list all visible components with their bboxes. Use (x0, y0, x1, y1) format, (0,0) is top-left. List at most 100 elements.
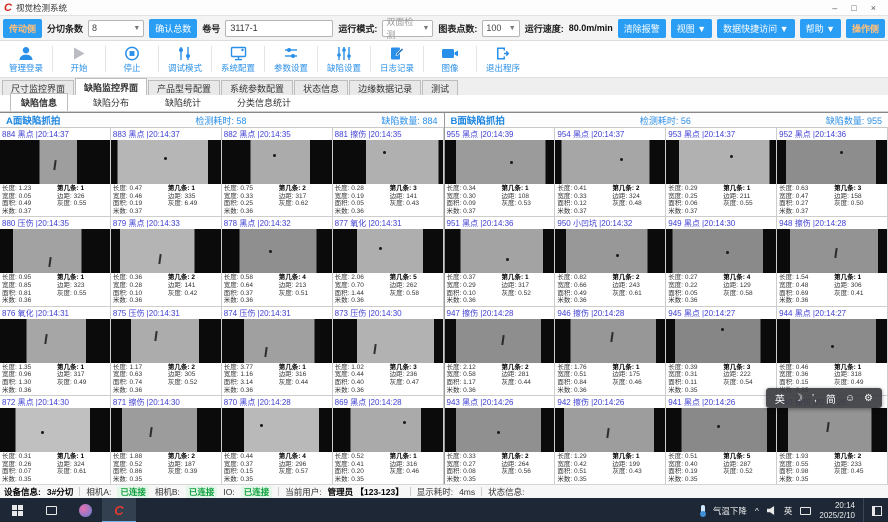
defect-cell[interactable]: 878 黑点 |20:14:32长度: 0.58宽度: 0.64面积: 0.37… (222, 217, 333, 306)
defect-cell[interactable]: 940 擦伤 |20:14:26长度: 1.93宽度: 0.55面积: 0.98… (777, 396, 888, 484)
view-menu-button[interactable]: 视图 ▼ (671, 19, 712, 38)
taskbar-time: 20:14 (819, 501, 855, 511)
notification-center-icon[interactable] (872, 506, 882, 516)
operator-side-button[interactable]: 操作侧 (846, 19, 885, 38)
defect-cell[interactable]: 946 擦伤 |20:14:28长度: 1.76宽度: 0.51面积: 0.84… (555, 307, 666, 396)
defect-cell[interactable]: 950 小凹坑 |20:14:32长度: 0.82宽度: 0.66面积: 0.4… (555, 217, 666, 306)
detection-app-icon: C (114, 503, 123, 518)
debug-mode-button[interactable]: 调试模式 (159, 41, 211, 77)
defect-cell-info: 长度: 2.06宽度: 0.70面积: 1.44米数: 0.36第几条: 5边距… (333, 273, 443, 305)
clear-alarm-button[interactable]: 清除报警 (618, 19, 666, 38)
defect-cell-info: 长度: 1.29宽度: 0.42面积: 0.51米数: 0.35第几条: 1边距… (555, 452, 665, 484)
defect-cell[interactable]: 951 黑点 |20:14:36长度: 0.37宽度: 0.29面积: 0.10… (445, 217, 556, 306)
defect-cell-info: 长度: 0.29宽度: 0.25面积: 0.06米数: 0.37第几条: 1边距… (666, 184, 776, 216)
chart-points-select[interactable]: 100▼ (482, 20, 519, 37)
ime-item-2[interactable]: ’, (812, 393, 817, 404)
defect-cell[interactable]: 876 氧化 |20:14:31长度: 1.35宽度: 0.96面积: 1.30… (0, 307, 111, 396)
tab-sub-1[interactable]: 缺陷分布 (82, 93, 140, 111)
tab-main-6[interactable]: 测试 (422, 80, 458, 95)
defect-cell[interactable]: 875 压伤 |20:14:31长度: 1.17宽度: 0.63面积: 0.74… (111, 307, 222, 396)
image-button[interactable]: 图像 (424, 41, 476, 77)
defect-cell[interactable]: 877 氧化 |20:14:31长度: 2.06宽度: 0.70面积: 1.44… (333, 217, 444, 306)
defect-snapshot-image (555, 140, 665, 184)
maximize-button[interactable]: □ (851, 3, 856, 13)
defect-cell[interactable]: 942 擦伤 |20:14:26长度: 1.29宽度: 0.42面积: 0.51… (555, 396, 666, 484)
defect-snapshot-image (666, 140, 776, 184)
close-button[interactable]: × (871, 3, 876, 13)
start-menu-button[interactable] (0, 498, 34, 522)
defect-cell[interactable]: 954 黑点 |20:14:37长度: 0.41宽度: 0.33面积: 0.12… (555, 128, 666, 217)
tab-sub-3[interactable]: 分类信息统计 (226, 93, 302, 111)
defect-cell[interactable]: 953 黑点 |20:14:37长度: 0.29宽度: 0.25面积: 0.06… (666, 128, 777, 217)
system-config-button[interactable]: 系统配置 (212, 41, 264, 77)
defect-cell[interactable]: 870 黑点 |20:14:28长度: 0.44宽度: 0.37面积: 0.15… (222, 396, 333, 484)
defect-cell[interactable]: 881 擦伤 |20:14:35长度: 0.28宽度: 0.19面积: 0.05… (333, 128, 444, 217)
defect-cell[interactable]: 874 压伤 |20:14:31长度: 3.77宽度: 1.16面积: 3.14… (222, 307, 333, 396)
tab-sub-0[interactable]: 缺陷信息 (10, 93, 68, 111)
defect-cell[interactable]: 882 黑点 |20:14:35长度: 0.75宽度: 0.33面积: 0.25… (222, 128, 333, 217)
ime-item-0[interactable]: 英 (775, 391, 785, 406)
stop-button[interactable]: 停止 (106, 41, 158, 77)
defect-cell[interactable]: 948 擦伤 |20:14:28长度: 1.54宽度: 0.48面积: 0.69… (777, 217, 888, 306)
speaker-icon[interactable] (767, 506, 776, 515)
login-button[interactable]: 管理登录 (0, 41, 52, 77)
ime-item-5[interactable]: ⚙ (864, 393, 873, 404)
defect-cell[interactable]: 879 黑点 |20:14:33长度: 0.36宽度: 0.28面积: 0.10… (111, 217, 222, 306)
defect-cell[interactable]: 880 压伤 |20:14:35长度: 0.95宽度: 0.85面积: 0.81… (0, 217, 111, 306)
data-quick-access-button[interactable]: 数据快捷访问 ▼ (717, 19, 794, 38)
params-button[interactable]: 参数设置 (265, 41, 317, 77)
panel-b-header: B面缺陷抓拍 检测耗时: 56 缺陷数量: 955 (445, 113, 888, 128)
defect-cell[interactable]: 883 黑点 |20:14:37长度: 0.47宽度: 0.46面积: 0.19… (111, 128, 222, 217)
elapsed-label: 显示耗时: (417, 486, 453, 498)
tab-main-5[interactable]: 边缘数据记录 (349, 80, 421, 95)
defect-cell-header: 949 黑点 |20:14:30 (666, 217, 776, 229)
minimize-button[interactable]: – (832, 3, 837, 13)
defect-cell[interactable]: 949 黑点 |20:14:30长度: 0.27宽度: 0.22面积: 0.05… (666, 217, 777, 306)
defect-cell-header: 951 黑点 |20:14:36 (445, 217, 555, 229)
defect-cell[interactable]: 944 黑点 |20:14:27长度: 0.46宽度: 0.36面积: 0.15… (777, 307, 888, 396)
start-button[interactable]: 开始 (53, 41, 105, 77)
run-mode-select[interactable]: 双面检测▼ (382, 20, 433, 37)
defect-cell-header: 870 黑点 |20:14:28 (222, 396, 332, 408)
tab-sub-2[interactable]: 缺陷统计 (154, 93, 212, 111)
tab-main-4[interactable]: 状态信息 (294, 80, 348, 95)
tab-main-1[interactable]: 缺陷监控界面 (75, 78, 147, 95)
pinned-app-button[interactable] (68, 498, 102, 522)
defect-cell[interactable]: 872 黑点 |20:14:30长度: 0.31宽度: 0.26面积: 0.07… (0, 396, 111, 484)
defect-mark (53, 160, 56, 170)
confirm-total-button[interactable]: 确认总数 (149, 19, 197, 38)
defect-cell[interactable]: 941 黑点 |20:14:26长度: 0.51宽度: 0.40面积: 0.19… (666, 396, 777, 484)
defect-cell[interactable]: 871 擦伤 |20:14:30长度: 1.88宽度: 0.52面积: 0.86… (111, 396, 222, 484)
defect-cell[interactable]: 943 黑点 |20:14:26长度: 0.33宽度: 0.27面积: 0.08… (445, 396, 556, 484)
defect-cell-header: 876 氧化 |20:14:31 (0, 307, 110, 319)
ime-item-1[interactable]: ☽ (794, 393, 803, 404)
ime-item-4[interactable]: ☺ (845, 393, 855, 404)
hidden-icons-button[interactable]: ^ (755, 506, 759, 516)
panel-a-grid: 884 黑点 |20:14:37长度: 1.23宽度: 0.05面积: 0.49… (0, 128, 444, 484)
defect-cell-header: 878 黑点 |20:14:32 (222, 217, 332, 229)
log-button[interactable]: 日志记录 (371, 41, 423, 77)
help-menu-button[interactable]: 帮助 ▼ (800, 19, 841, 38)
defect-mark (269, 250, 272, 253)
drive-side-button[interactable]: 传动侧 (3, 19, 42, 38)
ime-language-bar[interactable]: 英 ☽ ’, 简 ☺ ⚙ (766, 388, 882, 408)
defect-cell[interactable]: 952 黑点 |20:14:36长度: 0.63宽度: 0.47面积: 0.27… (777, 128, 888, 217)
defect-cell[interactable]: 869 黑点 |20:14:28长度: 0.52宽度: 0.41面积: 0.20… (333, 396, 444, 484)
defect-cell[interactable]: 884 黑点 |20:14:37长度: 1.23宽度: 0.05面积: 0.49… (0, 128, 111, 217)
defect-cell[interactable]: 873 压伤 |20:14:30长度: 1.02宽度: 0.44面积: 0.40… (333, 307, 444, 396)
keyboard-icon[interactable] (800, 507, 811, 515)
taskbar-clock[interactable]: 20:14 2025/2/10 (819, 501, 855, 521)
roll-input[interactable] (225, 20, 333, 37)
active-app-button[interactable]: C (102, 498, 136, 522)
defect-cell[interactable]: 947 擦伤 |20:14:28长度: 2.12宽度: 0.58面积: 1.17… (445, 307, 556, 396)
defect-settings-button[interactable]: 缺陷设置 (318, 41, 370, 77)
language-indicator[interactable]: 英 (784, 505, 793, 517)
task-view-button[interactable] (34, 498, 68, 522)
weather-text[interactable]: 气温下降 (713, 505, 747, 517)
exit-button[interactable]: 退出程序 (477, 41, 529, 77)
defect-cell[interactable]: 955 黑点 |20:14:39长度: 0.34宽度: 0.30面积: 0.09… (445, 128, 556, 217)
slit-count-select[interactable]: 8▼ (88, 20, 144, 37)
ime-item-3[interactable]: 简 (826, 391, 836, 406)
defect-cell[interactable]: 945 黑点 |20:14:27长度: 0.39宽度: 0.31面积: 0.11… (666, 307, 777, 396)
app-icon (79, 504, 92, 517)
